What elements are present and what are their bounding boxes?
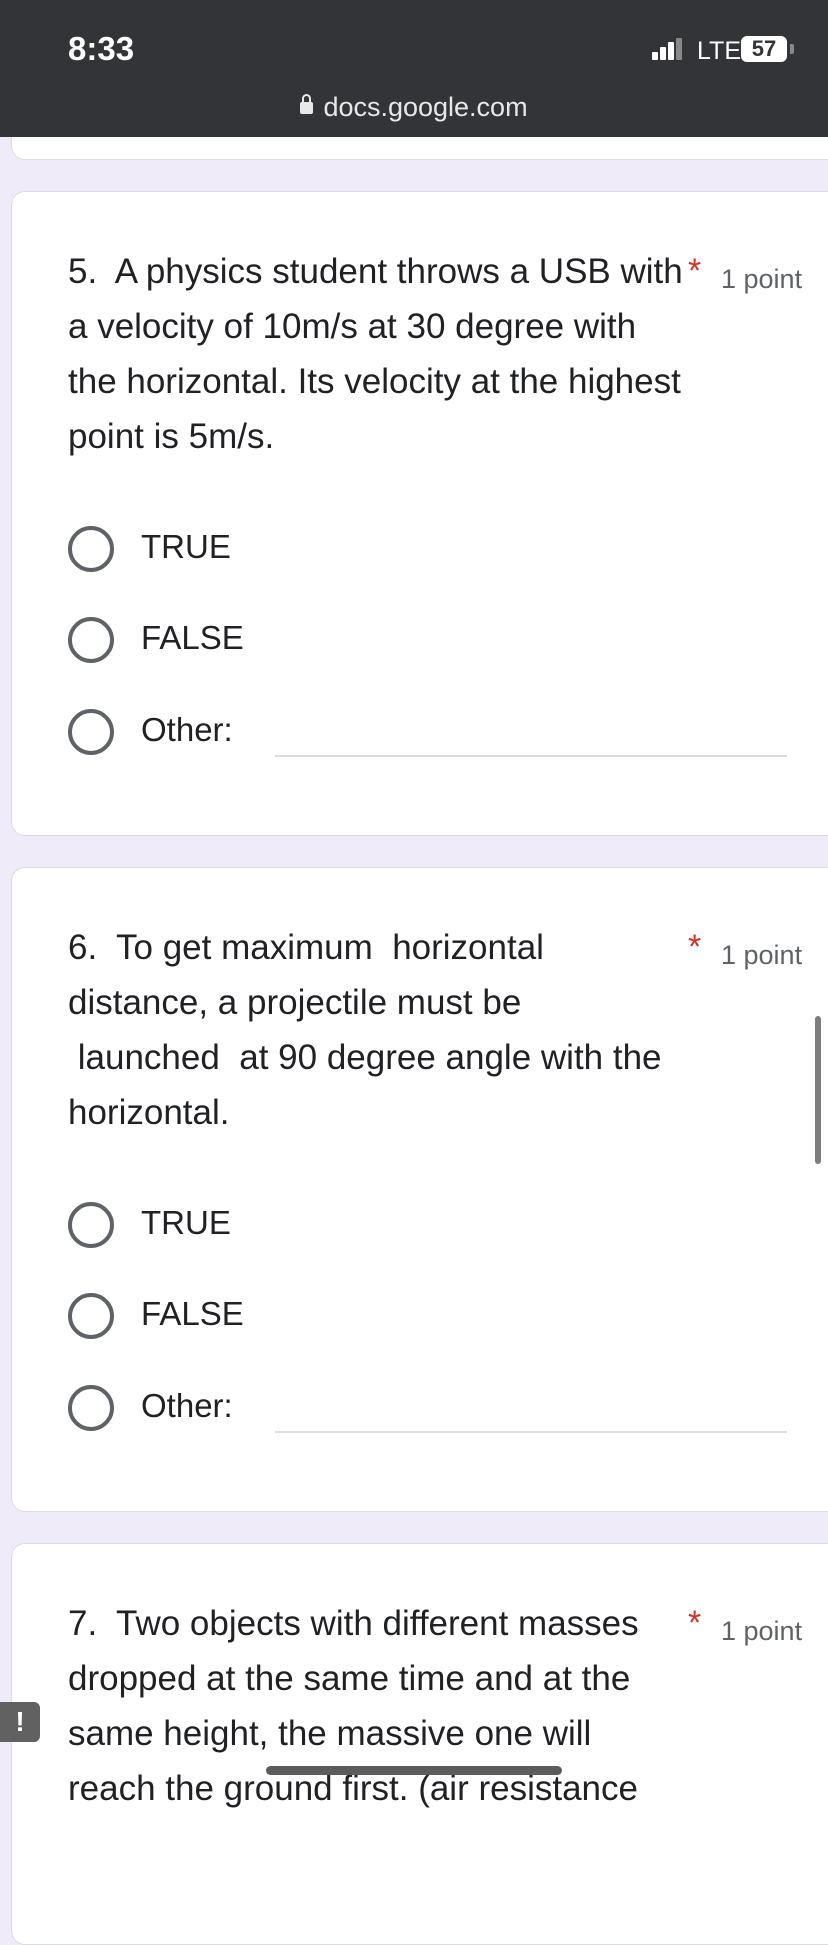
required-asterisk: * [688,252,702,290]
option-label: TRUE [141,1204,231,1241]
network-type: LTE [697,37,741,65]
home-indicator[interactable] [266,1766,562,1775]
address-bar[interactable]: docs.google.com [0,92,828,123]
required-asterisk: * [688,928,702,966]
radio-button[interactable] [68,709,114,755]
option-label: TRUE [141,528,231,565]
option-label: Other: [141,711,233,748]
scrollbar[interactable] [815,1016,821,1164]
radio-button[interactable] [68,1385,114,1431]
signal-icon [652,38,682,60]
option-label: Other: [141,1387,233,1424]
points-label: 1 point [721,1616,803,1646]
points-label: 1 point [721,264,803,294]
question-card-7: 7. Two objects with different masses dro… [11,1543,828,1945]
radio-button[interactable] [68,526,114,572]
radio-button[interactable] [68,1202,114,1248]
feedback-button[interactable]: ! [0,1702,40,1742]
radio-button[interactable] [68,617,114,663]
question-card-5: 5. A physics student throws a USB with a… [11,191,828,836]
lock-icon [300,94,314,114]
option-label: FALSE [141,1295,244,1332]
status-bar: 8:33 LTE 57 docs.google.com [0,0,828,137]
required-asterisk: * [688,1604,702,1642]
question-text: 5. A physics student throws a USB with a… [68,252,693,456]
battery-tip [790,44,794,54]
question-text: 6. To get maximum horizontal distance, a… [68,928,662,1132]
points-label: 1 point [721,940,803,970]
other-text-input[interactable] [275,755,787,757]
battery-icon: 57 [741,36,787,62]
other-text-input[interactable] [275,1431,787,1433]
question-card-6: 6. To get maximum horizontal distance, a… [11,867,828,1512]
status-time: 8:33 [68,30,135,67]
url-text: docs.google.com [323,92,528,122]
option-label: FALSE [141,619,244,656]
question-text: 7. Two objects with different masses dro… [68,1604,649,1808]
radio-button[interactable] [68,1293,114,1339]
